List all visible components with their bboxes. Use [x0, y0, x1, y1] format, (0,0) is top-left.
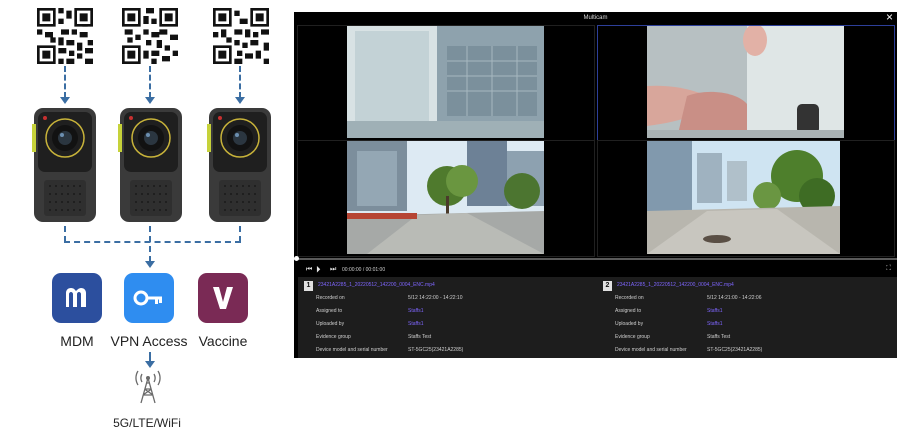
body-camera-2: [118, 108, 182, 222]
panel-number: 2: [603, 281, 612, 291]
row-label: Device model and serial number: [316, 347, 388, 353]
mdm-app-icon: [52, 273, 102, 323]
row-label: Recorded on: [615, 295, 644, 301]
cell-tower-icon: [135, 370, 161, 404]
deployment-diagram: MDM VPN Access Vaccine 5G/LTE/WiFi: [0, 0, 290, 439]
row-label: Assigned to: [615, 308, 642, 314]
row-label: Uploaded by: [316, 321, 345, 327]
row-value: ST-5GC25(23421A2285): [707, 347, 763, 353]
panel-number: 1: [304, 281, 313, 291]
row-value: 5/12 14:21:00 - 14:22:06: [707, 295, 762, 301]
qr-code-3: [213, 8, 269, 64]
uploader-link[interactable]: Staffs1: [408, 321, 423, 327]
row-label: Recorded on: [316, 295, 345, 301]
body-camera-1: [32, 108, 96, 222]
connector-line: [149, 226, 151, 262]
file-name-link[interactable]: 23421A2285_1_20220512_142200_0004_ENC.mp…: [318, 282, 435, 288]
connector-line: [64, 241, 241, 243]
skip-forward-icon[interactable]: ⏭: [330, 266, 336, 274]
arrow-down-icon: [145, 261, 155, 268]
mdm-label: MDM: [60, 333, 94, 349]
row-label: Device model and serial number: [615, 347, 687, 353]
qr-code-1: [37, 8, 93, 64]
time-display: 00:00:00 / 00:01:00: [342, 267, 386, 273]
row-value: Staffs Test: [707, 334, 731, 340]
connector-line: [64, 66, 66, 98]
arrow-down-icon: [235, 97, 245, 104]
vaccine-label: Vaccine: [198, 333, 248, 349]
connector-line: [239, 66, 241, 98]
row-label: Uploaded by: [615, 321, 644, 327]
network-label: 5G/LTE/WiFi: [113, 416, 181, 430]
row-label: Evidence group: [615, 334, 650, 340]
body-camera-3: [207, 108, 271, 222]
video-frame-1: [347, 26, 544, 138]
row-value: 5/12 14:22:00 - 14:22:10: [408, 295, 463, 301]
assignee-link[interactable]: Staffs1: [707, 308, 722, 314]
qr-code-2: [122, 8, 178, 64]
connector-line: [64, 226, 66, 242]
window-title: Multicam: [583, 15, 608, 21]
video-frame-4: [647, 141, 840, 254]
row-value: Staffs Test: [408, 334, 432, 340]
assignee-link[interactable]: Staffs1: [408, 308, 423, 314]
fullscreen-icon[interactable]: ⛶: [886, 265, 891, 273]
row-label: Assigned to: [316, 308, 343, 314]
arrow-down-icon: [145, 97, 155, 104]
clip-info-panel-1: 1 23421A2285_1_20220512_142200_0004_ENC.…: [298, 277, 598, 358]
skip-back-icon[interactable]: ⏮: [306, 266, 312, 274]
row-value: ST-5GC25(23421A2285): [408, 347, 464, 353]
connector-line: [149, 66, 151, 98]
vaccine-app-icon: [198, 273, 248, 323]
video-frame-3: [347, 141, 544, 254]
vpn-key-icon: [124, 273, 174, 323]
playback-controls: ⏮ ⏵ ⏭ 00:00:00 / 00:01:00 ⛶: [294, 263, 897, 277]
play-icon[interactable]: ⏵: [316, 264, 321, 275]
multicam-window: Multicam × ⏮ ⏵ ⏭ 00:00:00 / 00:01:00 ⛶ 1…: [294, 10, 897, 358]
seek-handle[interactable]: [294, 256, 299, 261]
seek-bar[interactable]: [294, 258, 897, 260]
close-icon[interactable]: ×: [886, 10, 893, 24]
row-label: Evidence group: [316, 334, 351, 340]
clip-info-panel-2: 2 23421A2285_1_20220512_142200_0004_ENC.…: [597, 277, 897, 358]
arrow-down-icon: [60, 97, 70, 104]
uploader-link[interactable]: Staffs1: [707, 321, 722, 327]
connector-line: [239, 226, 241, 242]
video-frame-2: [647, 26, 844, 138]
vpn-access-label: VPN Access: [110, 333, 188, 349]
file-name-link[interactable]: 23421A2285_1_20220512_142200_0004_ENC.mp…: [617, 282, 734, 288]
